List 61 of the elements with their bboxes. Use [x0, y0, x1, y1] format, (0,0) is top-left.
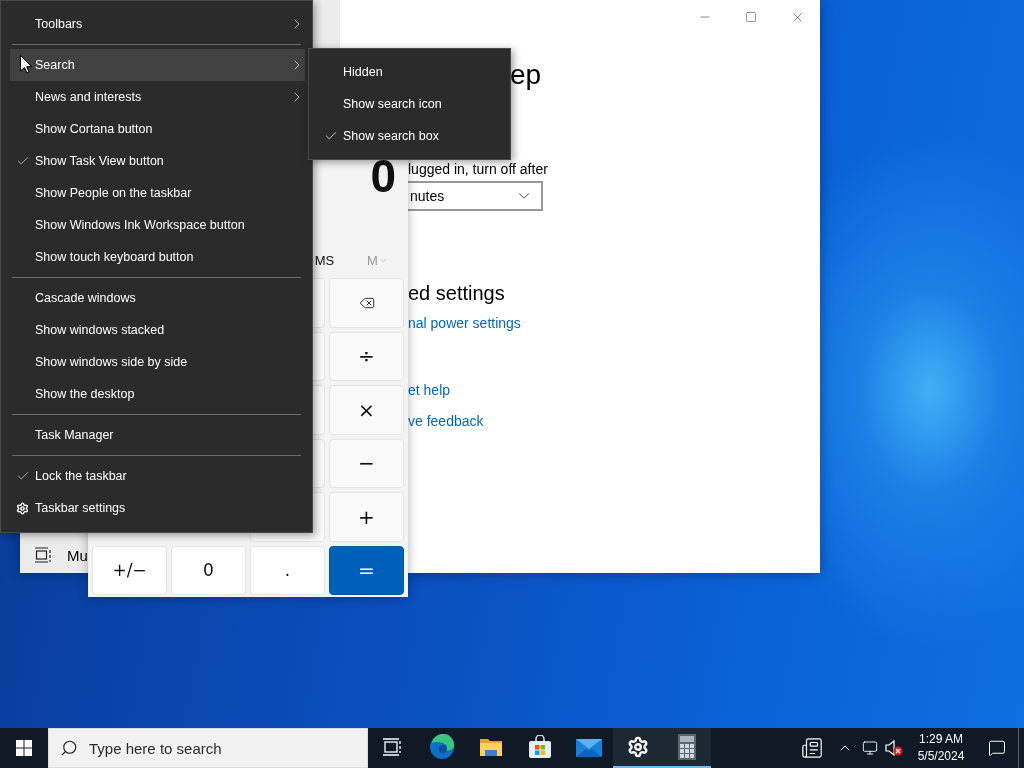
menu-item[interactable]: Toolbars	[10, 8, 305, 40]
taskbar-app-button[interactable]	[662, 728, 711, 768]
windows-logo-icon	[16, 740, 32, 756]
sidebar-item[interactable]: Mu	[67, 546, 88, 564]
clock[interactable]: 1:29 AM 5/5/2024	[906, 728, 976, 768]
clock-date: 5/5/2024	[917, 749, 965, 764]
notification-icon	[988, 739, 1006, 757]
menu-item[interactable]: Show windows side by side	[10, 346, 305, 378]
calculator-icon	[677, 734, 696, 760]
folder-icon	[478, 736, 503, 758]
menu-item[interactable]: Lock the taskbar	[10, 460, 305, 492]
settings-link[interactable]: et help	[408, 380, 451, 400]
multitasking-icon	[35, 547, 52, 563]
menu-item[interactable]: Task Manager	[10, 419, 305, 451]
settings-link[interactable]: ve feedback	[408, 411, 484, 431]
menu-item[interactable]: Show People on the taskbar	[10, 177, 305, 209]
menu-item[interactable]: Show search box	[318, 120, 503, 152]
calculator-key[interactable]: =	[329, 545, 404, 595]
calculator-key[interactable]: +	[329, 492, 404, 542]
menu-item[interactable]: Taskbar settings	[10, 492, 305, 524]
taskbar-app-button[interactable]	[613, 728, 662, 768]
mouse-pointer-icon	[20, 55, 32, 74]
mail-icon	[575, 737, 602, 757]
calculator-key[interactable]: ÷	[329, 331, 404, 381]
section-heading: ed settings	[408, 281, 505, 306]
clock-time: 1:29 AM	[919, 732, 963, 747]
menu-item[interactable]: Show search icon	[318, 88, 503, 120]
maximize-icon	[745, 11, 757, 23]
volume-muted-icon	[885, 740, 903, 756]
calculator-key[interactable]: +/−	[92, 545, 167, 595]
timeout-dropdown[interactable]: nutes	[408, 181, 543, 211]
task-view-icon	[382, 738, 403, 756]
calculator-key[interactable]: .	[250, 545, 325, 595]
menu-item[interactable]: Show Cortana button	[10, 113, 305, 145]
menu-item[interactable]: Show Windows Ink Workspace button	[10, 209, 305, 241]
check-icon	[15, 154, 30, 168]
edge-icon	[428, 734, 455, 760]
menu-item[interactable]: Hidden	[318, 56, 503, 88]
display-value: 0	[370, 149, 396, 204]
menu-item[interactable]: Show windows stacked	[10, 314, 305, 346]
calculator-key[interactable]: 0	[171, 545, 246, 595]
menu-item[interactable]: News and interests	[10, 81, 305, 113]
settings-gear-icon	[626, 736, 649, 758]
settings-link[interactable]: nal power settings	[408, 313, 521, 333]
store-bag-icon	[527, 735, 552, 759]
network-icon	[862, 740, 878, 756]
news-icon	[801, 737, 823, 759]
menu-item[interactable]: Search	[10, 49, 305, 81]
check-icon	[15, 469, 30, 483]
settings-icon	[16, 501, 29, 515]
calculator-key[interactable]: ×	[329, 385, 404, 435]
menu-item[interactable]: Cascade windows	[10, 282, 305, 314]
setting-label: lugged in, turn off after	[408, 161, 548, 177]
taskbar-search-field[interactable]: Type here to search	[48, 728, 368, 768]
menu-item[interactable]: Show Task View button	[10, 145, 305, 177]
calculator-key[interactable]: −	[329, 438, 404, 488]
menu-item[interactable]: Show touch keyboard button	[10, 241, 305, 273]
menu-item[interactable]: Show the desktop	[10, 378, 305, 410]
search-icon	[60, 739, 78, 757]
page-heading: ep	[510, 58, 542, 92]
check-icon	[323, 129, 338, 143]
